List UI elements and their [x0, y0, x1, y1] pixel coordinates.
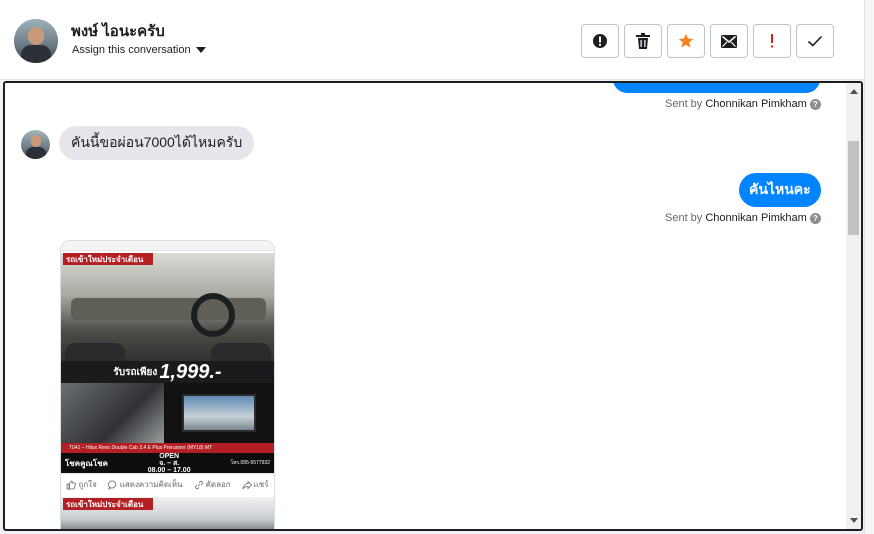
outgoing-message-bubble[interactable]: [613, 83, 820, 93]
delete-button[interactable]: [624, 24, 662, 58]
second-post-image[interactable]: รถเข้าใหม่ประจำเดือน: [61, 497, 274, 529]
contact-avatar-small[interactable]: [21, 130, 50, 159]
message-thread[interactable]: Sent by Chonnikan Pimkham ? คันนี้ขอผ่อน…: [3, 81, 863, 531]
agent-name[interactable]: Chonnikan Pimkham: [705, 98, 807, 110]
alert-button[interactable]: [581, 24, 619, 58]
help-icon[interactable]: ?: [809, 98, 821, 110]
conversation-actions: [581, 24, 834, 58]
comment-action[interactable]: แสดงความคิดเห็น: [107, 478, 183, 491]
window-edge: [864, 0, 874, 534]
dealer-name: โชคคูณโชค: [65, 458, 108, 468]
like-action[interactable]: ถูกใจ: [66, 478, 97, 491]
price-prefix: รับรถเพียง: [113, 366, 158, 378]
engine-image: [61, 383, 164, 443]
contact-name: พงษ์ ไอนะครับ: [71, 23, 165, 40]
scroll-down-arrow-icon[interactable]: [850, 518, 858, 523]
price-value: 1,999.-: [159, 360, 222, 383]
new-arrival-banner: รถเข้าใหม่ประจำเดือน: [63, 253, 153, 265]
share-arrow-icon: [242, 480, 252, 489]
price-band: รับรถเพียง 1,999.-: [61, 361, 274, 383]
post-reaction-bar: ถูกใจ แสดงความคิดเห็น คัดลอก แชร์: [61, 473, 274, 495]
contact-avatar[interactable]: [14, 19, 58, 63]
car-interior-image[interactable]: [61, 253, 274, 373]
outgoing-message-bubble[interactable]: คันไหนคะ: [739, 173, 821, 207]
new-arrival-banner: รถเข้าใหม่ประจำเดือน: [63, 498, 153, 510]
share-label: แชร์: [253, 480, 269, 489]
check-icon: [807, 35, 823, 47]
sent-by-prefix: Sent by: [665, 212, 703, 224]
link-icon: [194, 480, 203, 489]
thread-scrollbar[interactable]: [846, 83, 861, 529]
conversation-header: พงษ์ ไอนะครับ Assign this conversation: [0, 0, 864, 80]
camera-screen-image: [164, 383, 274, 443]
chevron-down-icon: [195, 47, 206, 53]
star-icon: [678, 33, 694, 48]
important-button[interactable]: [753, 24, 791, 58]
help-icon[interactable]: ?: [809, 212, 821, 224]
envelope-icon: [721, 34, 737, 48]
trash-icon: [636, 33, 650, 49]
assign-conversation-dropdown[interactable]: Assign this conversation: [72, 44, 206, 56]
agent-name[interactable]: Chonnikan Pimkham: [705, 212, 807, 224]
comment-bubble-icon: [107, 480, 116, 490]
opening-hours: OPEN จ. – ส. 08.00 – 17.00: [148, 453, 191, 474]
open-days: จ. – ส.: [159, 459, 180, 467]
sent-by-prefix: Sent by: [665, 98, 703, 110]
exclamation-icon: [771, 34, 773, 48]
copy-label: คัดลอก: [205, 480, 231, 489]
like-label: ถูกใจ: [78, 480, 97, 489]
copy-link-action[interactable]: คัดลอก: [194, 478, 231, 491]
car-detail-images: [61, 383, 274, 443]
sent-by-line: Sent by Chonnikan Pimkham ?: [665, 98, 821, 110]
scroll-up-arrow-icon[interactable]: [850, 89, 858, 94]
dealer-phone: โทร.095-5577932: [230, 460, 270, 466]
assign-label: Assign this conversation: [72, 44, 191, 56]
model-caption: T041 – Hilux Revo Double Cab 2.4 E Plus …: [61, 443, 274, 453]
done-button[interactable]: [796, 24, 834, 58]
messenger-window: พงษ์ ไอนะครับ Assign this conversation S…: [0, 0, 874, 534]
incoming-message-bubble[interactable]: คันนี้ขอผ่อน7000ได้ไหมครับ: [59, 126, 255, 160]
email-button[interactable]: [710, 24, 748, 58]
dealer-bar: โชคคูณโชค OPEN จ. – ส. 08.00 – 17.00 โทร…: [61, 453, 274, 474]
post-top-strip: [61, 241, 274, 251]
alert-circle-icon: [593, 34, 607, 48]
star-button[interactable]: [667, 24, 705, 58]
sent-by-line: Sent by Chonnikan Pimkham ?: [665, 212, 821, 224]
scrollbar-thumb[interactable]: [848, 141, 859, 235]
thumbs-up-icon: [67, 480, 77, 489]
shared-post-card[interactable]: รถเข้าใหม่ประจำเดือน รับรถเพียง 1,999.- …: [60, 240, 275, 529]
open-label: OPEN: [159, 452, 180, 460]
share-action[interactable]: แชร์: [242, 478, 269, 491]
comment-label: แสดงความคิดเห็น: [119, 480, 183, 489]
